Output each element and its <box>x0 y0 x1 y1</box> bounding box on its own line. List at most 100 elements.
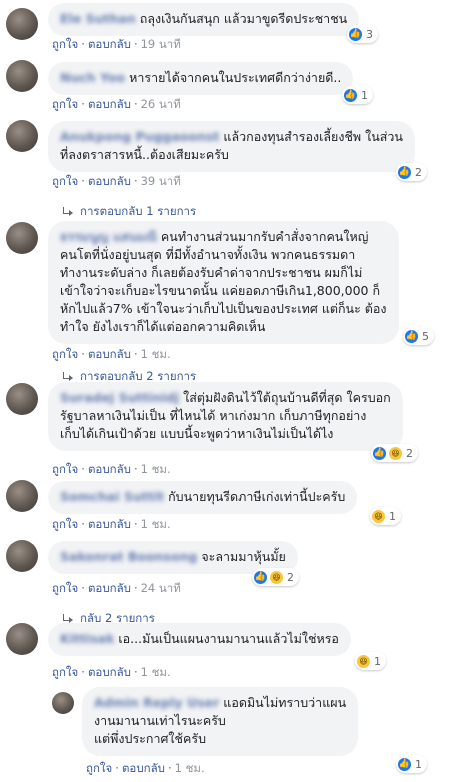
separator-dot: · <box>133 665 138 679</box>
reply-link[interactable]: ตอบกลับ <box>122 761 165 775</box>
reply-link[interactable]: ตอบกลับ <box>88 462 131 476</box>
haha-icon: 😆 <box>371 508 386 524</box>
like-link[interactable]: ถูกใจ <box>52 37 78 51</box>
like-link[interactable]: ถูกใจ <box>86 761 112 775</box>
separator-dot: · <box>133 37 138 51</box>
comment-author[interactable]: Suradej Suttinidj <box>60 389 179 407</box>
comment-actions: ถูกใจ · ตอบกลับ · 1 ชม. <box>52 461 171 479</box>
comment-author[interactable]: Admin Reply User <box>94 694 219 712</box>
avatar[interactable] <box>6 383 38 415</box>
comment-timestamp[interactable]: 1 ชม. <box>141 462 171 476</box>
comment-bubble: ธรรมนูญ แสนมณี คนทำงานส่วนมากรับคำสั่งจาก… <box>48 221 399 344</box>
comment-timestamp[interactable]: 1 ชม. <box>175 761 205 775</box>
comment-author[interactable]: Kittisak <box>60 630 114 648</box>
like-icon: 👍 <box>404 328 419 344</box>
comment-actions: ถูกใจ · ตอบกลับ · 24 นาที <box>52 580 181 598</box>
separator-dot: · <box>133 174 138 188</box>
reaction-summary[interactable]: 👍 3 <box>347 25 378 43</box>
reaction-count: 1 <box>415 757 422 771</box>
avatar[interactable] <box>6 540 38 572</box>
like-link[interactable]: ถูกใจ <box>52 517 78 531</box>
comment-bubble: Kittisak เอ...มันเป็นแผนงานมานานแล้วไม่ใช… <box>48 623 351 656</box>
reply-link[interactable]: ตอบกลับ <box>88 665 131 679</box>
comment-timestamp[interactable]: 24 นาที <box>141 581 181 595</box>
like-link[interactable]: ถูกใจ <box>52 174 78 188</box>
separator-dot: · <box>81 37 85 51</box>
reaction-count: 1 <box>389 509 396 523</box>
comment-text: หารายได้จากคนในประเทศดีกว่าง่ายดี.. <box>129 70 342 85</box>
comment-actions: ถูกใจ · ตอบกลับ · 39 นาที <box>52 173 181 191</box>
reaction-count: 5 <box>422 329 429 343</box>
like-link[interactable]: ถูกใจ <box>52 665 78 679</box>
haha-icon: 😆 <box>388 445 403 461</box>
like-link[interactable]: ถูกใจ <box>52 462 78 476</box>
reaction-summary[interactable]: 👍 😆 2 <box>252 568 299 586</box>
comment-timestamp[interactable]: 19 นาที <box>141 37 181 51</box>
like-link[interactable]: ถูกใจ <box>52 97 78 111</box>
separator-dot: · <box>81 174 85 188</box>
comment-timestamp[interactable]: 1 ชม. <box>141 517 171 531</box>
reply-link[interactable]: ตอบกลับ <box>88 517 131 531</box>
avatar[interactable] <box>6 623 38 655</box>
separator-dot: · <box>167 761 172 775</box>
comment-author[interactable]: Sakonrat Boonsong <box>60 548 197 566</box>
reaction-count: 3 <box>366 27 373 41</box>
avatar[interactable] <box>6 120 38 152</box>
reaction-summary[interactable]: 👍 😆 2 <box>371 444 418 462</box>
comment-actions: ถูกใจ · ตอบกลับ · 1 ชม. <box>52 516 171 534</box>
comment-author[interactable]: Ele Suthan <box>60 10 136 28</box>
comment-actions: ถูกใจ · ตอบกลับ · 19 นาที <box>52 36 181 54</box>
comment-actions: ถูกใจ · ตอบกลับ · 1 ชม. <box>52 664 171 682</box>
comment-text: เอ...มันเป็นแผนงานมานานแล้วไม่ใช่หรอ <box>118 631 339 646</box>
comment-text: ถลุงเงินกันสนุก แล้วมาขูดรีดประชาชน <box>139 11 348 26</box>
view-replies-link[interactable]: การตอบกลับ 1 รายการ <box>62 203 196 221</box>
like-icon: 👍 <box>253 569 268 585</box>
view-replies-label: การตอบกลับ 1 รายการ <box>80 204 197 218</box>
reply-link[interactable]: ตอบกลับ <box>88 37 131 51</box>
separator-dot: · <box>81 347 85 361</box>
comment-timestamp[interactable]: 1 ชม. <box>141 665 171 679</box>
reply-arrow-icon <box>62 372 74 382</box>
like-link[interactable]: ถูกใจ <box>52 347 78 361</box>
reaction-summary[interactable]: 👍 1 <box>342 86 373 104</box>
comment-text: กับนายทุนรีดภาษีเก่งเท่านี้ปะครับ <box>168 489 346 504</box>
separator-dot: · <box>115 761 119 775</box>
reply-link[interactable]: ตอบกลับ <box>88 174 131 188</box>
comment-bubble: Anukpong Puggaoonst แล้วกองทุนสำรองเลี้ยง… <box>48 121 415 172</box>
comment-timestamp[interactable]: 39 นาที <box>141 174 181 188</box>
like-icon: 👍 <box>372 445 387 461</box>
avatar[interactable] <box>6 60 38 92</box>
reaction-count: 1 <box>374 654 381 668</box>
avatar[interactable] <box>52 692 74 714</box>
comment-timestamp[interactable]: 26 นาที <box>141 97 181 111</box>
comment-author[interactable]: Anukpong Puggaoonst <box>60 128 219 146</box>
comment-author[interactable]: Nuch Yoo <box>60 69 125 87</box>
comment-author[interactable]: Somchai Suttit <box>60 488 164 506</box>
like-link[interactable]: ถูกใจ <box>52 581 78 595</box>
comment-bubble: Somchai Suttit กับนายทุนรีดภาษีเก่งเท่านี… <box>48 481 358 514</box>
like-icon: 👍 <box>348 26 363 42</box>
comment-author[interactable]: ธรรมนูญ แสนมณี <box>60 228 157 246</box>
comment-bubble: Ele Suthan ถลุงเงินกันสนุก แล้วมาขูดรีดปร… <box>48 3 360 36</box>
separator-dot: · <box>133 347 138 361</box>
avatar[interactable] <box>6 222 38 254</box>
separator-dot: · <box>133 462 138 476</box>
reaction-count: 2 <box>415 165 422 179</box>
comment-actions: ถูกใจ · ตอบกลับ · 1 ชม. <box>86 760 205 778</box>
reaction-summary[interactable]: 👍 5 <box>403 327 434 345</box>
reply-link[interactable]: ตอบกลับ <box>88 581 131 595</box>
separator-dot: · <box>81 97 85 111</box>
reaction-summary[interactable]: 👍 1 <box>396 755 427 773</box>
haha-icon: 😆 <box>269 569 284 585</box>
reply-link[interactable]: ตอบกลับ <box>88 97 131 111</box>
separator-dot: · <box>133 97 138 111</box>
avatar[interactable] <box>6 8 38 40</box>
reaction-summary[interactable]: 😆 1 <box>370 507 401 525</box>
comment-timestamp[interactable]: 1 ชม. <box>141 347 171 361</box>
reaction-summary[interactable]: 😆 1 <box>355 652 386 670</box>
avatar[interactable] <box>6 480 38 512</box>
reply-link[interactable]: ตอบกลับ <box>88 347 131 361</box>
comment-actions: ถูกใจ · ตอบกลับ · 1 ชม. <box>52 346 171 364</box>
comment-bubble: Admin Reply User แอดมินไม่ทราบว่าแผน งานม… <box>82 687 359 756</box>
reaction-summary[interactable]: 👍 2 <box>396 163 427 181</box>
